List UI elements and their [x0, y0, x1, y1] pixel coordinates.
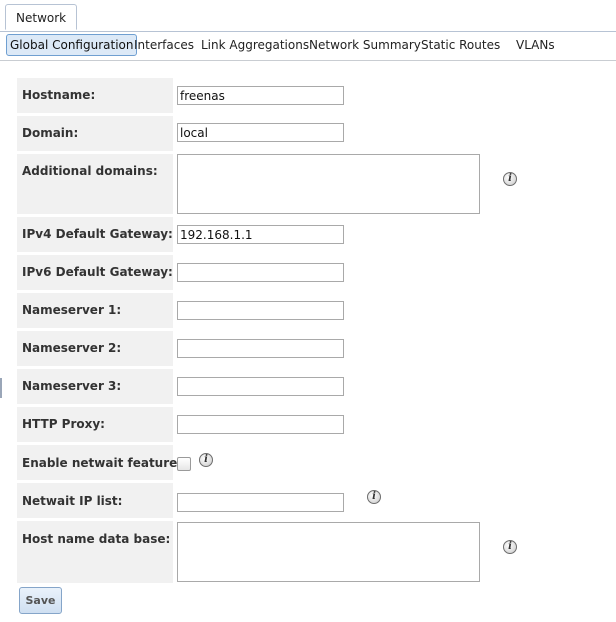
netwait-enable-row: Enable netwait feature: — [14, 445, 616, 480]
hostname-input[interactable] — [177, 86, 344, 105]
nameserver2-label: Nameserver 2: — [17, 331, 173, 366]
additional-domains-label: Additional domains: — [17, 154, 173, 214]
info-icon[interactable] — [503, 172, 517, 186]
ipv4-gateway-label: IPv4 Default Gateway: — [17, 217, 173, 252]
netwait-ip-list-label: Netwait IP list: — [17, 483, 173, 518]
info-icon[interactable] — [367, 490, 381, 504]
ipv6-gateway-label: IPv6 Default Gateway: — [17, 255, 173, 290]
nameserver1-input[interactable] — [177, 301, 344, 320]
nameserver2-input[interactable] — [177, 339, 344, 358]
inner-tab-bar: Global Configuration Interfaces Link Agg… — [0, 31, 616, 61]
nameserver3-input[interactable] — [177, 377, 344, 396]
nameserver1-row: Nameserver 1: — [14, 293, 616, 328]
left-gutter-marker — [0, 378, 2, 398]
host-name-db-row: Host name data base: — [14, 521, 616, 583]
tab-interfaces[interactable]: Interfaces — [131, 34, 197, 56]
netwait-ip-list-row: Netwait IP list: — [14, 483, 616, 518]
http-proxy-row: HTTP Proxy: — [14, 407, 616, 442]
tab-network-summary[interactable]: Network Summary — [306, 34, 424, 56]
ipv4-gateway-input[interactable] — [177, 225, 344, 244]
tab-link-aggregations[interactable]: Link Aggregations — [198, 34, 312, 56]
ipv6-gateway-row: IPv6 Default Gateway: — [14, 255, 616, 290]
additional-domains-row: Additional domains: — [14, 154, 616, 214]
network-settings-page: Network Global Configuration Interfaces … — [0, 0, 616, 622]
save-button[interactable]: Save — [19, 587, 62, 614]
hostname-label: Hostname: — [17, 78, 173, 113]
host-name-db-textarea[interactable] — [177, 522, 480, 582]
info-icon[interactable] — [199, 453, 213, 467]
global-configuration-form: Hostname: Domain: Additional domains: IP… — [14, 75, 616, 585]
nameserver1-label: Nameserver 1: — [17, 293, 173, 328]
ipv4-gateway-row: IPv4 Default Gateway: — [14, 217, 616, 252]
nameserver3-label: Nameserver 3: — [17, 369, 173, 404]
host-name-db-label: Host name data base: — [17, 521, 173, 583]
netwait-enable-label: Enable netwait feature: — [17, 445, 182, 480]
ipv6-gateway-input[interactable] — [177, 263, 344, 282]
outer-tab-bar: Network — [0, 0, 616, 32]
additional-domains-textarea[interactable] — [177, 154, 480, 214]
domain-label: Domain: — [17, 116, 173, 151]
info-icon[interactable] — [503, 540, 517, 554]
tab-network[interactable]: Network — [5, 4, 78, 30]
tab-global-configuration[interactable]: Global Configuration — [6, 34, 138, 56]
nameserver2-row: Nameserver 2: — [14, 331, 616, 366]
hostname-row: Hostname: — [14, 78, 616, 113]
domain-input[interactable] — [177, 123, 344, 142]
tab-static-routes[interactable]: Static Routes — [418, 34, 503, 56]
netwait-ip-list-input[interactable] — [177, 493, 344, 512]
http-proxy-input[interactable] — [177, 415, 344, 434]
tab-vlans[interactable]: VLANs — [513, 34, 558, 56]
http-proxy-label: HTTP Proxy: — [17, 407, 173, 442]
nameserver3-row: Nameserver 3: — [14, 369, 616, 404]
netwait-enable-checkbox[interactable] — [177, 457, 191, 471]
domain-row: Domain: — [14, 116, 616, 151]
